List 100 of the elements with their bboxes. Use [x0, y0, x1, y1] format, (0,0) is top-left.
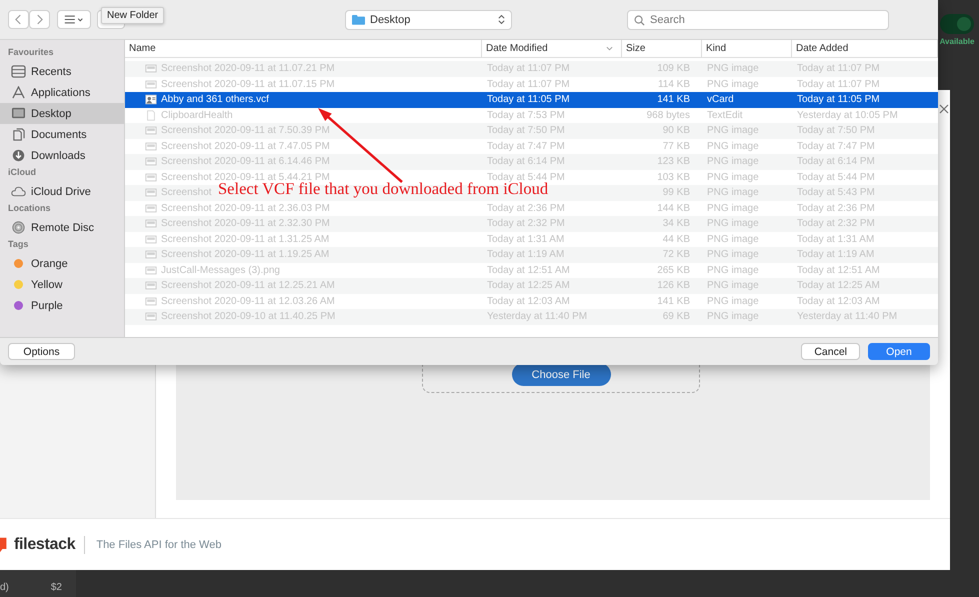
forward-icon: [36, 14, 43, 25]
back-icon: [15, 14, 22, 25]
image-file-icon: [145, 218, 157, 230]
date-modified: Today at 11:05 PM: [487, 94, 570, 106]
stepper-icon: [498, 14, 505, 25]
size: 44 KB: [662, 234, 690, 245]
image-file-icon: [145, 280, 157, 292]
back-button[interactable]: [8, 10, 29, 29]
file-row[interactable]: Abby and 361 others.vcf Today at 11:05 PM 141 KB vCard Today at 11:05 PM: [125, 92, 938, 108]
date-modified: Today at 12:51 AM: [487, 264, 570, 276]
date-modified: Today at 11:07 PM: [487, 78, 570, 90]
column-header[interactable]: Size: [622, 40, 702, 57]
contact-card-icon: [145, 94, 157, 106]
sidebar-heading: Locations: [7, 202, 52, 215]
cloud-icon: [11, 185, 26, 198]
image-file-icon: [145, 140, 157, 152]
column-header[interactable]: Date Modified: [482, 40, 622, 57]
tooltip: New Folder: [101, 7, 164, 24]
tagline: The Files API for the Web: [95, 538, 222, 550]
size: 265 KB: [657, 264, 690, 276]
column-header[interactable]: Date Added: [792, 40, 938, 57]
documents-icon: [11, 128, 26, 141]
image-file-icon: [145, 264, 157, 276]
date-modified: Today at 7:53 PM: [487, 110, 565, 121]
close-icon[interactable]: [939, 104, 949, 114]
sidebar-item[interactable]: Downloads: [0, 145, 124, 166]
sidebar-item[interactable]: Yellow: [0, 274, 124, 295]
file-type: PNG image: [707, 264, 759, 276]
sidebar-item[interactable]: Orange: [0, 253, 124, 274]
date-added: Yesterday at 10:05 PM: [797, 110, 898, 121]
file-name: Screenshot 2020-09-11 at 1.31.25 AM: [161, 234, 330, 245]
view-button[interactable]: [57, 10, 91, 29]
image-file-icon: [145, 296, 157, 307]
sidebar-item[interactable]: Purple: [0, 295, 124, 316]
search-field[interactable]: Search: [627, 10, 889, 30]
file-type: PNG image: [707, 202, 759, 214]
file-name: Screenshot 2020-09-11 at 11.07.15 PM: [161, 78, 335, 90]
column-header[interactable]: Kind: [702, 40, 792, 57]
date-modified: Today at 1:31 AM: [487, 234, 564, 245]
image-file-icon: [145, 156, 157, 168]
folder-icon: [352, 14, 365, 25]
sidebar-heading: iCloud: [7, 166, 37, 179]
dialog-button[interactable]: Options: [8, 343, 75, 360]
date-added: Today at 7:47 PM: [797, 140, 875, 152]
bottom-text: $2: [50, 582, 62, 593]
size: 968 bytes: [646, 110, 690, 121]
date-added: Today at 2:36 PM: [797, 202, 875, 214]
image-file-icon: [145, 78, 157, 90]
file-name: JustCall-Messages (3).png: [161, 264, 280, 276]
file-type: PNG image: [707, 234, 759, 245]
file-name: Screenshot 2020-09-11 at 12.03.26 AM: [161, 296, 335, 307]
date-added: Today at 1:31 AM: [797, 234, 874, 245]
sidebar-item[interactable]: Remote Disc: [0, 217, 124, 238]
sidebar-item[interactable]: Documents: [0, 124, 124, 145]
size: 103 KB: [657, 172, 690, 183]
image-file-icon: [145, 249, 157, 260]
location-dropdown[interactable]: Desktop: [345, 10, 512, 30]
date-modified: Today at 2:36 PM: [487, 202, 565, 214]
size: 144 KB: [657, 202, 690, 214]
document-icon: [145, 110, 157, 121]
search-icon: [634, 14, 645, 26]
column-header[interactable]: Name: [125, 40, 482, 57]
desktop-icon: [11, 107, 26, 120]
download-icon: [11, 149, 26, 162]
choose-file-button[interactable]: Choose File: [512, 363, 610, 386]
date-added: Today at 11:07 PM: [797, 78, 880, 90]
date-added: Today at 11:05 PM: [797, 94, 880, 106]
open-button[interactable]: Open: [868, 343, 930, 360]
file-name: Screenshot 2020-09-11 at 7.47.05 PM: [161, 140, 330, 152]
dialog-button[interactable]: Cancel: [801, 343, 860, 360]
sidebar-heading: Favourites: [7, 46, 55, 59]
size: 114 KB: [658, 78, 690, 90]
file-type: TextEdit: [707, 110, 743, 121]
size: 77 KB: [662, 140, 690, 152]
list-view-icon: [64, 15, 84, 24]
status-toggle[interactable]: [940, 14, 974, 34]
sidebar-item[interactable]: Applications: [0, 82, 124, 103]
file-name: Screenshot 2020-09-11 at 5.44.21 PM: [161, 172, 330, 183]
disc-icon: [11, 221, 26, 234]
file-type: PNG image: [707, 296, 759, 307]
bottom-text: d): [0, 582, 9, 593]
file-type: PNG image: [707, 78, 759, 90]
size: 141 KB: [657, 296, 690, 307]
file-type: vCard: [707, 94, 734, 106]
sidebar-item[interactable]: Desktop: [0, 103, 124, 124]
sidebar-item[interactable]: Recents: [0, 61, 124, 82]
applications-icon: [11, 86, 26, 99]
forward-button[interactable]: [29, 10, 50, 29]
file-name: Screenshot 2020-09-11 at 2.36.03 PM: [161, 202, 330, 214]
date-modified: Today at 5:44 PM: [487, 172, 565, 183]
date-modified: Today at 12:03 AM: [487, 296, 570, 307]
file-name: Abby and 361 others.vcf: [161, 94, 269, 106]
file-name: ClipboardHealth: [161, 110, 233, 121]
image-file-icon: [145, 234, 157, 245]
image-file-icon: [145, 187, 157, 198]
image-file-icon: [145, 125, 157, 136]
image-file-icon: [145, 63, 157, 74]
sidebar-item[interactable]: iCloud Drive: [0, 181, 124, 202]
status-label: Available: [940, 37, 974, 46]
sidebar-heading: Tags: [7, 238, 30, 251]
